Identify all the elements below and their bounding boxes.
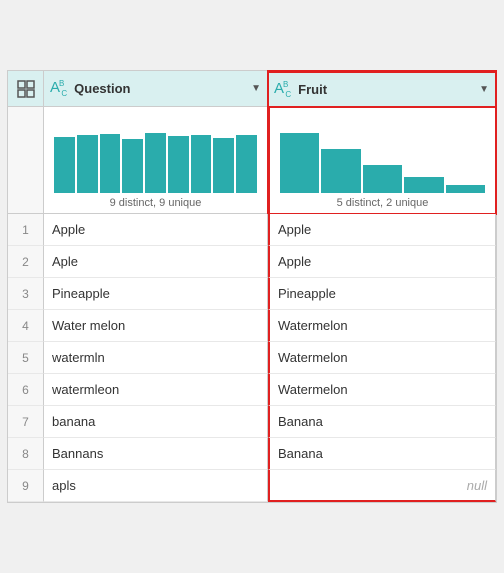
question-cell: watermln: [44, 342, 268, 374]
fruit-col-type-icon: ABC: [274, 80, 290, 99]
question-col-type-icon: ABC: [50, 79, 66, 98]
fruit-cell: Apple: [268, 214, 496, 246]
fruit-cell: Apple: [268, 246, 496, 278]
bar: [100, 134, 121, 193]
bar: [168, 136, 189, 193]
row-number: 5: [8, 342, 44, 374]
bar: [54, 137, 75, 193]
bar: [77, 135, 98, 193]
row-number: 7: [8, 406, 44, 438]
bar: [236, 135, 257, 193]
fruit-cell: Watermelon: [268, 342, 496, 374]
fruit-cell: Watermelon: [268, 374, 496, 406]
fruit-col-label: Fruit: [298, 82, 327, 97]
question-chart-cell: 9 distinct, 9 unique: [44, 107, 268, 214]
fruit-chart-label: 5 distinct, 2 unique: [337, 197, 429, 209]
question-chart-label: 9 distinct, 9 unique: [110, 197, 202, 209]
question-cell: Apple: [44, 214, 268, 246]
table-grid: ABC Question ▼ ABC Fruit ▼ 9 distinct, 9…: [8, 71, 496, 502]
fruit-cell: Banana: [268, 438, 496, 470]
row-number: 2: [8, 246, 44, 278]
question-column-header[interactable]: ABC Question ▼: [44, 71, 268, 107]
bar: [404, 177, 443, 193]
bar: [321, 149, 360, 193]
question-bars: [50, 113, 261, 193]
row-number: 8: [8, 438, 44, 470]
bar: [446, 185, 485, 193]
question-cell: Water melon: [44, 310, 268, 342]
grid-icon-cell: [8, 71, 44, 107]
fruit-col-dropdown[interactable]: ▼: [479, 84, 489, 95]
question-col-label: Question: [74, 81, 130, 96]
bar: [363, 165, 402, 193]
grid-icon: [16, 79, 36, 99]
bar: [122, 139, 143, 193]
fruit-cell: Watermelon: [268, 310, 496, 342]
fruit-cell: Banana: [268, 406, 496, 438]
bar: [145, 133, 166, 193]
question-cell: Pineapple: [44, 278, 268, 310]
chart-row-num: [8, 107, 44, 214]
fruit-column-header[interactable]: ABC Fruit ▼: [268, 71, 496, 107]
fruit-chart-cell: 5 distinct, 2 unique: [268, 107, 496, 214]
row-number: 1: [8, 214, 44, 246]
question-cell: Bannans: [44, 438, 268, 470]
question-cell: watermleon: [44, 374, 268, 406]
bar: [213, 138, 234, 193]
fruit-cell: Pineapple: [268, 278, 496, 310]
row-number: 4: [8, 310, 44, 342]
row-number: 9: [8, 470, 44, 502]
row-number: 6: [8, 374, 44, 406]
question-cell: banana: [44, 406, 268, 438]
question-col-dropdown[interactable]: ▼: [251, 83, 261, 94]
question-cell: apls: [44, 470, 268, 502]
row-number: 3: [8, 278, 44, 310]
question-cell: Aple: [44, 246, 268, 278]
fruit-bars: [276, 113, 489, 193]
bar: [191, 135, 212, 193]
data-table: ABC Question ▼ ABC Fruit ▼ 9 distinct, 9…: [7, 70, 497, 503]
bar: [280, 133, 319, 193]
fruit-cell: null: [268, 470, 496, 502]
